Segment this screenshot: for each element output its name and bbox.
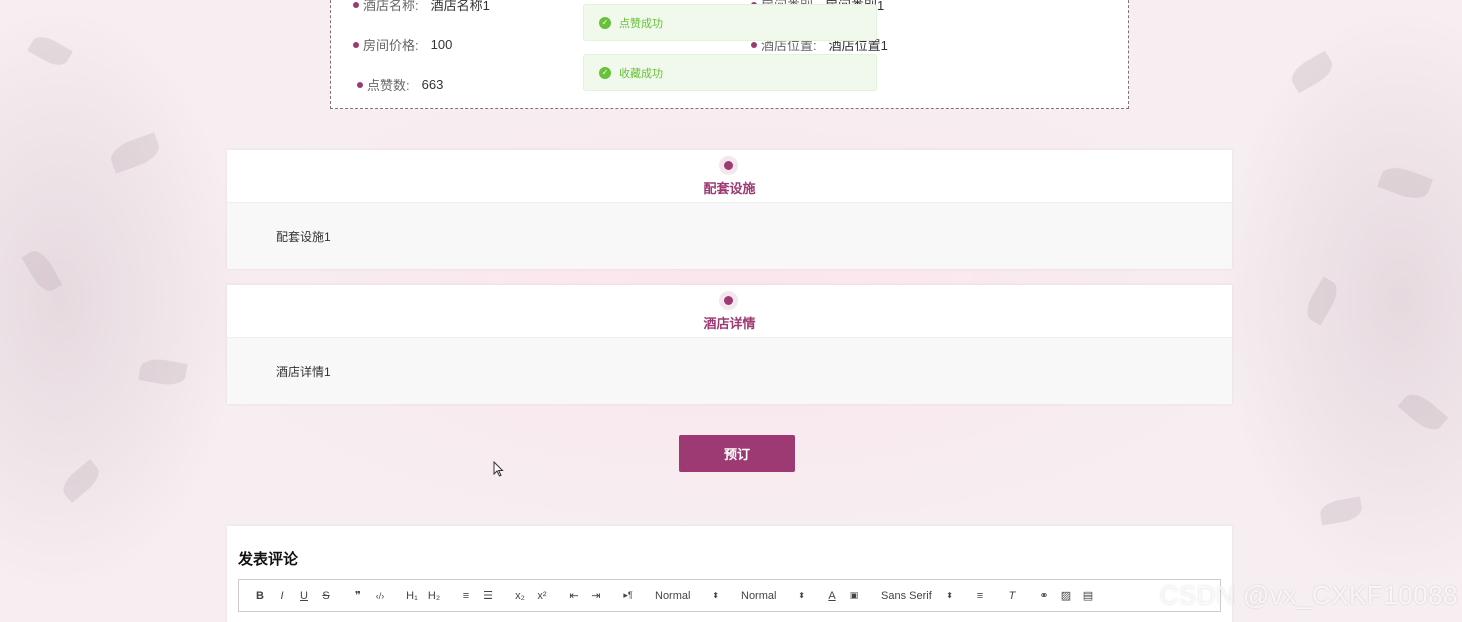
heart-badge-icon [719, 291, 738, 310]
mouse-cursor-icon [493, 461, 504, 477]
comment-title: 发表评论 [238, 551, 299, 568]
bullet-dot-icon [353, 1, 359, 8]
comment-card: 发表评论 B I U S ❞ ‹/› H₁ H₂ ≡ ☰ x₂ x² ⇤ ⇥ ▸… [227, 526, 1232, 622]
details-section: 酒店详情 酒店详情1 [227, 285, 1232, 404]
updown-arrow-icon: ⬍ [712, 591, 719, 600]
header-2-button[interactable]: H₂ [423, 586, 445, 606]
italic-button[interactable]: I [271, 586, 293, 606]
text-color-icon[interactable]: A [821, 586, 843, 606]
bullet-dot-icon [751, 41, 757, 48]
code-block-button[interactable]: ‹/› [369, 586, 391, 606]
font-select[interactable]: Sans Serif ⬍ [875, 590, 959, 602]
likes-label: 点赞数: [367, 78, 410, 93]
hotel-name-row: 酒店名称: 酒店名称1 [353, 0, 490, 14]
likes-value: 663 [421, 77, 444, 92]
bold-button[interactable]: B [249, 586, 271, 606]
indent-button[interactable]: ⇥ [585, 586, 607, 606]
check-circle-icon: ✓ [599, 66, 611, 79]
size-select[interactable]: Normal ⬍ [649, 590, 725, 602]
bullet-dot-icon [357, 81, 363, 88]
csdn-watermark: CSDN @vx_CXKF10088 [1159, 580, 1458, 610]
font-select-value: Sans Serif [881, 589, 932, 602]
hotel-name-label: 酒店名称: [363, 0, 419, 13]
subscript-button[interactable]: x₂ [509, 586, 531, 606]
bullet-list-button[interactable]: ☰ [477, 586, 499, 606]
strike-button[interactable]: S [315, 586, 337, 606]
price-label: 房间价格: [363, 38, 419, 53]
section-content: 配套设施1 [227, 203, 1232, 269]
editor-toolbar: B I U S ❞ ‹/› H₁ H₂ ≡ ☰ x₂ x² ⇤ ⇥ ▸¶ Nor… [238, 579, 1221, 612]
check-circle-icon: ✓ [599, 16, 611, 29]
header-1-button[interactable]: H₁ [401, 586, 423, 606]
underline-button[interactable]: U [293, 586, 315, 606]
section-header: 配套设施 [227, 150, 1232, 203]
price-row: 房间价格: 100 [353, 35, 452, 54]
updown-arrow-icon: ⬍ [798, 591, 805, 600]
background-color-icon[interactable]: ▣ [843, 586, 865, 606]
header-select-value: Normal [741, 589, 777, 602]
section-title: 配套设施 [703, 181, 756, 196]
video-icon[interactable]: ▤ [1077, 586, 1099, 606]
superscript-button[interactable]: x² [531, 586, 553, 606]
toast-message: 点赞成功 [619, 17, 663, 30]
text-direction-button[interactable]: ▸¶ [617, 586, 639, 606]
align-icon[interactable]: ≡ [969, 586, 991, 606]
section-content: 酒店详情1 [227, 338, 1232, 404]
facilities-section: 配套设施 配套设施1 [227, 150, 1232, 269]
book-button[interactable]: 预订 [679, 435, 795, 472]
header-select[interactable]: Normal ⬍ [735, 590, 811, 602]
link-icon[interactable]: ⚭ [1033, 586, 1055, 606]
section-title: 酒店详情 [703, 316, 756, 331]
heart-badge-icon [719, 156, 738, 175]
favorite-success-toast: ✓ 收藏成功 [583, 54, 877, 91]
likes-row: 点赞数: 663 [357, 75, 443, 94]
blockquote-button[interactable]: ❞ [347, 586, 369, 606]
ordered-list-button[interactable]: ≡ [455, 586, 477, 606]
size-select-value: Normal [655, 589, 691, 602]
outdent-button[interactable]: ⇤ [563, 586, 585, 606]
toast-message: 收藏成功 [619, 67, 663, 80]
clear-format-icon[interactable]: T [1001, 586, 1023, 606]
like-success-toast: ✓ 点赞成功 [583, 4, 877, 41]
section-header: 酒店详情 [227, 285, 1232, 338]
hotel-name-value: 酒店名称1 [430, 0, 490, 13]
price-value: 100 [430, 37, 453, 52]
bullet-dot-icon [353, 41, 359, 48]
image-icon[interactable]: ▨ [1055, 586, 1077, 606]
updown-arrow-icon: ⬍ [946, 591, 953, 600]
